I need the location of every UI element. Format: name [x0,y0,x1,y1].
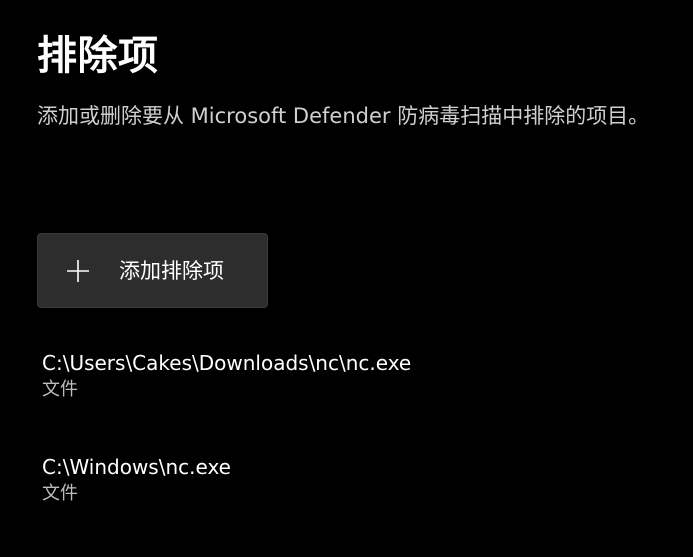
exclusion-type: 文件 [42,379,78,400]
plus-icon [67,260,89,282]
page-description: 添加或删除要从 Microsoft Defender 防病毒扫描中排除的项目。 [37,104,650,128]
exclusion-item[interactable]: C:\Users\Cakes\Downloads\nc\nc.exe 文件 [42,347,682,451]
add-exclusion-label: 添加排除项 [119,259,224,283]
exclusion-list: C:\Users\Cakes\Downloads\nc\nc.exe 文件 C:… [42,347,682,555]
exclusion-path: C:\Windows\nc.exe [42,455,231,479]
exclusion-path: C:\Users\Cakes\Downloads\nc\nc.exe [42,351,412,375]
exclusion-type: 文件 [42,483,78,504]
add-exclusion-button[interactable]: 添加排除项 [37,233,268,308]
exclusion-item[interactable]: C:\Windows\nc.exe 文件 [42,451,682,555]
page-title: 排除项 [37,33,159,79]
